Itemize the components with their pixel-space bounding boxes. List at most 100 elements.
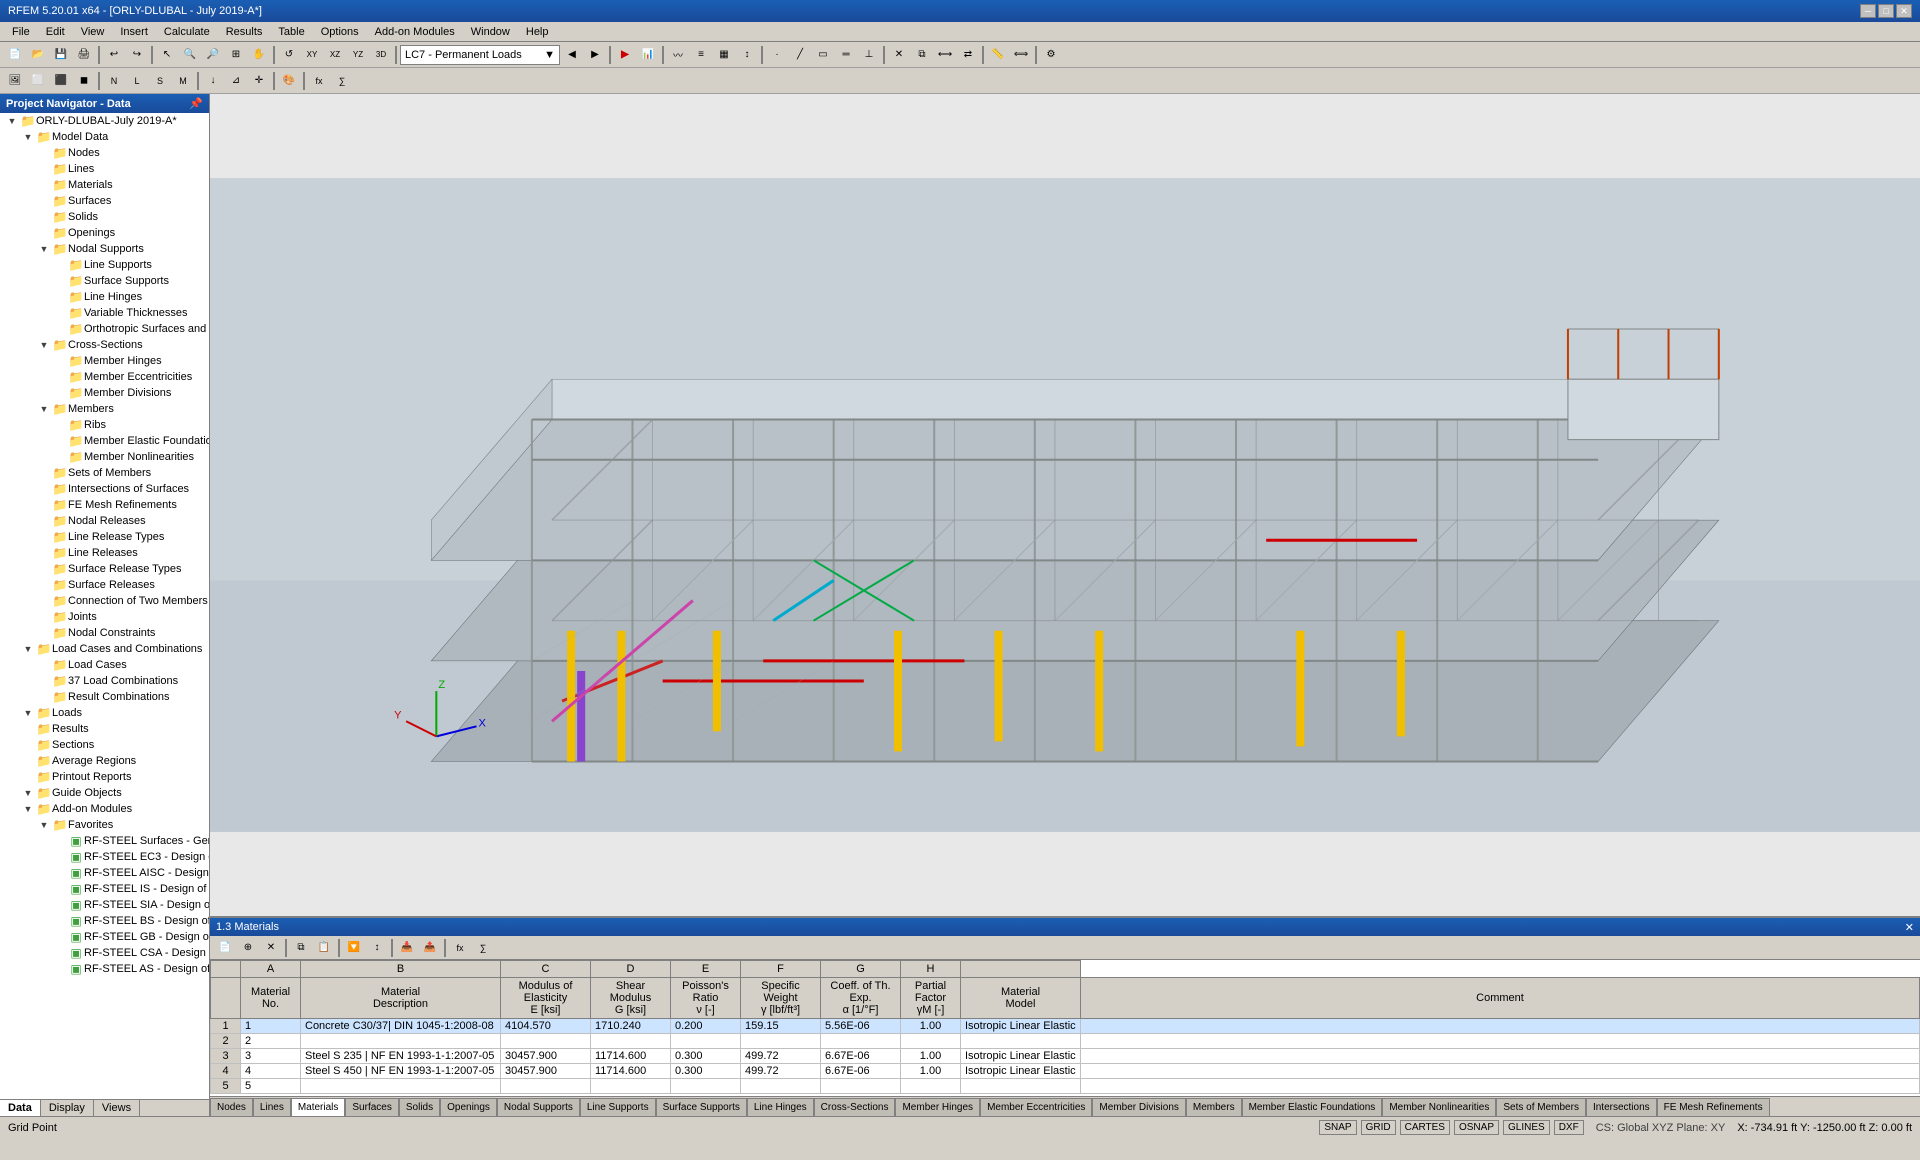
cell-alpha[interactable] [821,1079,901,1094]
tree-item[interactable]: ▣RF-STEEL Surfaces - General stress... [0,833,209,849]
table-row[interactable]: 22 [211,1034,1920,1049]
menu-window[interactable]: Window [463,24,518,40]
node-button[interactable]: · [766,44,788,66]
tree-item[interactable]: 📁Connection of Two Members [0,593,209,609]
cell-model[interactable] [961,1079,1081,1094]
view-3d-button[interactable]: 3D [370,44,392,66]
table-container[interactable]: A B C D E F G H MaterialNo. [210,960,1920,1096]
wireframe-button[interactable]: ⬜ [27,70,49,92]
table-sum-button[interactable]: ∑ [472,937,494,959]
tree-item[interactable]: 📁Materials [0,177,209,193]
tree-item[interactable]: 📁Orthotropic Surfaces and Membra... [0,321,209,337]
settings-button[interactable]: ⚙ [1040,44,1062,66]
bottom-tab-line-hinges[interactable]: Line Hinges [747,1098,814,1116]
table-export-button[interactable]: 📤 [419,937,441,959]
label-members-button[interactable]: M [172,70,194,92]
tree-item[interactable]: ▼📁ORLY-DLUBAL-July 2019-A* [0,113,209,129]
tree-item[interactable]: 📁Member Nonlinearities [0,449,209,465]
tree-item[interactable]: 📁Nodal Releases [0,513,209,529]
bottom-tab-sets-of-members[interactable]: Sets of Members [1496,1098,1586,1116]
rotate-button[interactable]: ↺ [278,44,300,66]
tree-item[interactable]: 📁Surfaces [0,193,209,209]
cell-E[interactable]: 30457.900 [501,1049,591,1064]
bottom-tab-intersections[interactable]: Intersections [1586,1098,1657,1116]
bottom-tab-openings[interactable]: Openings [440,1098,497,1116]
bottom-tab-member-divisions[interactable]: Member Divisions [1092,1098,1185,1116]
glines-button[interactable]: GLINES [1503,1120,1550,1135]
row-number[interactable]: 4 [211,1064,241,1079]
dimension-button[interactable]: ⟺ [1010,44,1032,66]
menu-table[interactable]: Table [270,24,312,40]
label-nodes-button[interactable]: N [103,70,125,92]
cell-G[interactable]: 1710.240 [591,1019,671,1034]
tree-item[interactable]: ▣RF-STEEL EC3 - Design of steel me... [0,849,209,865]
tree-item[interactable]: 📁Joints [0,609,209,625]
cell-partial[interactable] [901,1034,961,1049]
cell-gamma[interactable]: 499.72 [741,1064,821,1079]
bottom-tab-nodes[interactable]: Nodes [210,1098,253,1116]
measure-button[interactable]: 📏 [987,44,1009,66]
tree-item[interactable]: 📁Lines [0,161,209,177]
tree-item[interactable]: ▣RF-STEEL AISC - Design of steel m... [0,865,209,881]
cell-E[interactable] [501,1034,591,1049]
bottom-tab-member-eccentricities[interactable]: Member Eccentricities [980,1098,1092,1116]
cell-gamma[interactable]: 499.72 [741,1049,821,1064]
nav-tree[interactable]: ▼📁ORLY-DLUBAL-July 2019-A*▼📁Model Data📁N… [0,113,209,1099]
tree-item[interactable]: ▼📁Cross-Sections [0,337,209,353]
deformed-button[interactable]: 〰 [667,44,689,66]
pan-button[interactable]: ✋ [248,44,270,66]
tree-item[interactable]: ▼📁Guide Objects [0,785,209,801]
solid-button[interactable]: ◼ [73,70,95,92]
cell-partial[interactable]: 1.00 [901,1064,961,1079]
cell-desc[interactable] [301,1034,501,1049]
table-new-row-button[interactable]: 📄 [214,937,236,959]
tree-item[interactable]: 📁Line Release Types [0,529,209,545]
cell-desc[interactable]: Steel S 235 | NF EN 1993-1-1:2007-05 [301,1049,501,1064]
menu-file[interactable]: File [4,24,38,40]
bottom-tab-members[interactable]: Members [1186,1098,1242,1116]
restore-button[interactable]: □ [1878,4,1894,18]
tree-item[interactable]: 📁Surface Releases [0,577,209,593]
copy-geom-button[interactable]: ⧉ [911,44,933,66]
table-row[interactable]: 33Steel S 235 | NF EN 1993-1-1:2007-0530… [211,1049,1920,1064]
cell-E[interactable] [501,1079,591,1094]
tree-item[interactable]: ▼📁Load Cases and Combinations [0,641,209,657]
load-case-dropdown[interactable]: LC7 - Permanent Loads ▼ [400,45,560,65]
tree-item[interactable]: 📁Result Combinations [0,689,209,705]
bottom-tab-member-hinges[interactable]: Member Hinges [895,1098,980,1116]
member-forces-button[interactable]: ≡ [690,44,712,66]
grid-button[interactable]: GRID [1361,1120,1396,1135]
tree-item[interactable]: ▣RF-STEEL IS - Design of steel mem... [0,881,209,897]
menu-results[interactable]: Results [218,24,271,40]
cell-G[interactable] [591,1079,671,1094]
color-mode-button[interactable]: 🎨 [278,70,300,92]
tree-item[interactable]: 📁Member Hinges [0,353,209,369]
table-row[interactable]: 44Steel S 450 | NF EN 1993-1-1:2007-0530… [211,1064,1920,1079]
cell-E[interactable]: 4104.570 [501,1019,591,1034]
row-number[interactable]: 5 [211,1079,241,1094]
bottom-tab-member-elastic-foundations[interactable]: Member Elastic Foundations [1242,1098,1383,1116]
tree-item[interactable]: ▼📁Loads [0,705,209,721]
bottom-panel-close-icon[interactable]: ✕ [1905,921,1914,934]
table-insert-row-button[interactable]: ⊕ [237,937,259,959]
cell-desc[interactable] [301,1079,501,1094]
open-button[interactable]: 📂 [27,44,49,66]
menu-help[interactable]: Help [518,24,557,40]
undo-button[interactable]: ↩ [103,44,125,66]
tree-item[interactable]: 📁Variable Thicknesses [0,305,209,321]
cell-model[interactable]: Isotropic Linear Elastic [961,1049,1081,1064]
show-loads-button[interactable]: ↓ [202,70,224,92]
bottom-tab-cross-sections[interactable]: Cross-Sections [814,1098,896,1116]
table-row[interactable]: 11Concrete C30/37| DIN 1045-1:2008-08410… [211,1019,1920,1034]
tree-item[interactable]: 📁Load Cases [0,657,209,673]
snap-button[interactable]: SNAP [1319,1120,1356,1135]
tree-item[interactable]: ▼📁Members [0,401,209,417]
nav-tab-views[interactable]: Views [94,1100,140,1116]
table-row[interactable]: 55 [211,1079,1920,1094]
bottom-tab-materials[interactable]: Materials [291,1098,346,1116]
tree-item[interactable]: 📁Intersections of Surfaces [0,481,209,497]
surface-results-button[interactable]: ▦ [713,44,735,66]
new-file-button[interactable]: 📄 [4,44,26,66]
cell-comment[interactable] [1081,1034,1920,1049]
menu-addon[interactable]: Add-on Modules [367,24,463,40]
